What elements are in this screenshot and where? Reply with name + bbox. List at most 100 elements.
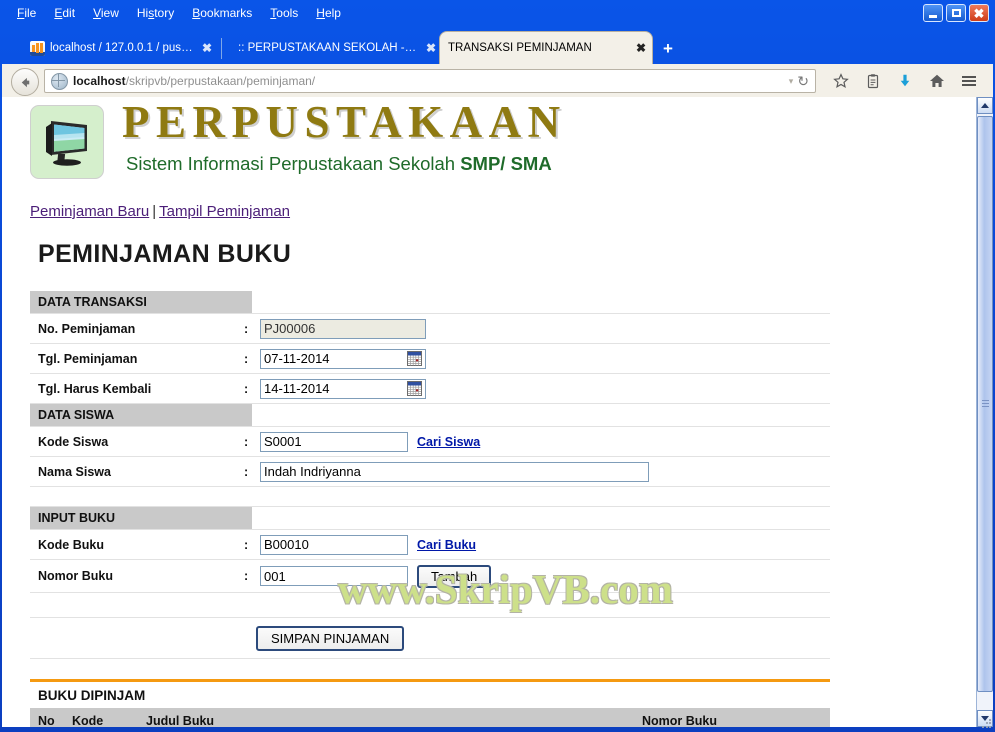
field-row-tgl-peminjaman: Tgl. Peminjaman : [30, 344, 830, 374]
tab-close-icon[interactable]: ✖ [202, 41, 212, 55]
url-path: /skripvb/perpustakaan/peminjaman/ [125, 74, 316, 88]
site-nav: Peminjaman Baru | Tampil Peminjaman [30, 203, 974, 220]
tgl-harus-kembali-input[interactable] [260, 378, 426, 399]
new-tab-button[interactable]: + [663, 40, 673, 57]
field-row-kode-siswa: Kode Siswa : Cari Siswa [30, 427, 830, 457]
no-peminjaman-input[interactable] [260, 318, 426, 339]
tab-label: localhost / 127.0.0.1 / pustak... [50, 42, 195, 54]
home-icon[interactable] [921, 70, 953, 92]
menu-item-file[interactable]: File [8, 4, 45, 22]
column-header-no: No [30, 708, 64, 727]
phpmyadmin-favicon-icon [30, 40, 45, 56]
scroll-up-button[interactable] [977, 97, 993, 114]
section-header-data-siswa: DATA SISWA [30, 404, 830, 427]
field-colon: : [244, 569, 249, 583]
scrollbar-thumb[interactable] [977, 116, 993, 692]
nav-link-tampil-peminjaman[interactable]: Tampil Peminjaman [159, 203, 290, 220]
back-arrow-icon [21, 77, 29, 87]
field-colon: : [244, 434, 249, 449]
downloads-icon[interactable] [889, 70, 921, 92]
buku-dipinjam-table: No Kode Judul Buku Nomor Buku 1 B00005 V… [30, 708, 830, 727]
field-colon: : [244, 381, 249, 396]
menu-item-bookmarks[interactable]: Bookmarks [183, 4, 261, 22]
navigation-toolbar: localhost/skripvb/perpustakaan/peminjama… [2, 64, 993, 97]
menu-item-history[interactable]: History [128, 4, 183, 22]
menu-item-tools[interactable]: Tools [261, 4, 307, 22]
menu-icon[interactable] [953, 70, 985, 92]
menu-item-help[interactable]: Help [307, 4, 350, 22]
url-bar[interactable]: localhost/skripvb/perpustakaan/peminjama… [44, 69, 816, 93]
monitor-icon [46, 121, 87, 166]
column-header-action [762, 708, 830, 727]
nama-siswa-input[interactable] [260, 461, 649, 482]
field-colon: : [244, 464, 249, 479]
field-colon: : [244, 321, 249, 336]
calendar-icon[interactable] [407, 380, 422, 396]
chevron-up-icon [981, 103, 989, 108]
field-label: Nomor Buku [38, 569, 113, 583]
dropdown-arrow-icon[interactable]: ▾ [789, 76, 798, 87]
menu-bar: File Edit View History Bookmarks Tools H… [0, 2, 350, 24]
brand-title: PERPUSTAKAAN [122, 97, 567, 147]
tab-phpmyadmin[interactable]: localhost / 127.0.0.1 / pustak... ✖ [22, 32, 218, 64]
tab-close-icon[interactable]: ✖ [636, 41, 646, 55]
field-colon: : [244, 537, 249, 552]
site-header: PERPUSTAKAAN Sistem Informasi Perpustaka… [30, 97, 974, 185]
tab-strip: localhost / 127.0.0.1 / pustak... ✖ :: P… [0, 28, 995, 64]
reload-icon[interactable]: ↻ [797, 73, 811, 90]
tab-separator [221, 38, 222, 59]
tambah-button[interactable]: Tambah [417, 564, 492, 588]
field-row-nama-siswa: Nama Siswa : [30, 457, 830, 487]
window-controls: ✖ [923, 4, 989, 22]
minimize-button[interactable] [923, 4, 943, 22]
table-header-row: No Kode Judul Buku Nomor Buku [30, 708, 830, 727]
nomor-buku-input[interactable] [260, 566, 408, 586]
field-label: Kode Siswa [38, 434, 109, 449]
maximize-icon [951, 9, 961, 17]
tab-label: :: PERPUSTAKAAN SEKOLAH - Sist... [238, 42, 419, 54]
cari-siswa-link[interactable]: Cari Siswa [417, 435, 480, 449]
kode-siswa-input[interactable] [260, 431, 408, 452]
kode-buku-input[interactable] [260, 534, 408, 555]
buku-dipinjam-panel: BUKU DIPINJAM No Kode Judul Buku Nomor B… [30, 679, 830, 727]
section-header-data-transaksi: DATA TRANSAKSI [30, 291, 830, 314]
field-colon: : [244, 351, 249, 366]
site-logo [30, 105, 104, 179]
brand-subtitle-bold: SMP/ SMA [460, 153, 552, 174]
column-header-nomor-buku: Nomor Buku [634, 708, 762, 727]
page-content: PERPUSTAKAAN Sistem Informasi Perpustaka… [2, 97, 974, 727]
browser-window: File Edit View History Bookmarks Tools H… [0, 0, 995, 732]
url-host: localhost [73, 74, 126, 88]
brand-subtitle-plain: Sistem Informasi Perpustakaan Sekolah [126, 153, 461, 174]
simpan-pinjaman-button[interactable]: SIMPAN PINJAMAN [256, 625, 405, 651]
page-viewport: PERPUSTAKAAN Sistem Informasi Perpustaka… [2, 97, 993, 727]
nav-link-peminjaman-baru[interactable]: Peminjaman Baru [30, 203, 149, 220]
section-header-input-buku: INPUT BUKU [30, 507, 830, 530]
field-label: Nama Siswa [38, 464, 111, 479]
form-spacer [30, 487, 830, 507]
form-spacer [30, 593, 830, 618]
tab-perpustakaan-sekolah[interactable]: :: PERPUSTAKAAN SEKOLAH - Sist... ✖ [230, 32, 442, 64]
menu-item-edit[interactable]: Edit [45, 4, 84, 22]
save-row: SIMPAN PINJAMAN [30, 618, 830, 659]
peminjaman-form: DATA TRANSAKSI No. Peminjaman : Tgl. Pem… [30, 291, 830, 659]
close-window-button[interactable]: ✖ [969, 4, 989, 22]
calendar-icon[interactable] [407, 350, 422, 366]
nav-separator: | [152, 203, 157, 220]
field-label: Kode Buku [38, 537, 104, 552]
menu-item-view[interactable]: View [84, 4, 128, 22]
maximize-button[interactable] [946, 4, 966, 22]
page-title: PEMINJAMAN BUKU [38, 240, 292, 268]
bookmark-star-icon[interactable] [825, 70, 857, 92]
resize-grip[interactable] [981, 719, 992, 730]
field-row-nomor-buku: Nomor Buku : Tambah [30, 560, 830, 593]
reading-list-icon[interactable] [857, 70, 889, 92]
tgl-peminjaman-input[interactable] [260, 348, 426, 369]
cari-buku-link[interactable]: Cari Buku [417, 538, 476, 552]
field-label: Tgl. Peminjaman [38, 351, 138, 366]
buku-dipinjam-heading: BUKU DIPINJAM [38, 687, 146, 703]
vertical-scrollbar[interactable] [976, 97, 993, 727]
tab-transaksi-peminjaman[interactable]: TRANSAKSI PEMINJAMAN ✖ [440, 32, 652, 64]
tab-close-icon[interactable]: ✖ [426, 41, 436, 55]
back-button[interactable] [11, 68, 39, 96]
